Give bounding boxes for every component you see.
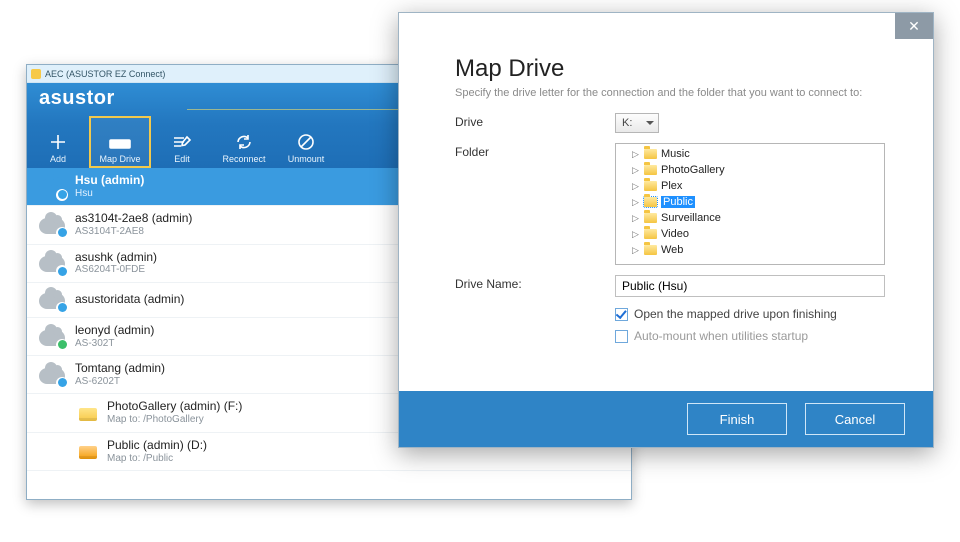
finish-button[interactable]: Finish — [687, 403, 787, 435]
toolbar-unmount[interactable]: Unmount — [275, 116, 337, 168]
aec-title: AEC (ASUSTOR EZ Connect) — [45, 69, 165, 79]
folder-icon — [644, 197, 657, 207]
cloud-user-icon — [39, 176, 65, 198]
drive-label: Drive — [455, 113, 615, 129]
folder-name: Public — [661, 196, 695, 208]
folder-name: PhotoGallery — [661, 164, 725, 176]
cloud-icon — [39, 252, 65, 274]
toolbar-label: Unmount — [288, 154, 325, 164]
close-icon: ✕ — [908, 18, 920, 35]
cloud-icon — [39, 364, 65, 386]
unmount-icon — [295, 133, 317, 151]
connection-sub: AS-6202T — [75, 376, 165, 388]
folder-label: Folder — [455, 143, 615, 159]
folder-icon — [644, 165, 657, 175]
connection-name: asushk (admin) — [75, 251, 157, 265]
cancel-button[interactable]: Cancel — [805, 403, 905, 435]
map-drive-modal: ✕ Map Drive Specify the drive letter for… — [398, 12, 934, 448]
connection-sub: AS6204T-0FDE — [75, 264, 157, 276]
drive-letter-select[interactable]: K: — [615, 113, 659, 133]
asustor-logo: asustor — [39, 87, 115, 110]
plus-icon — [47, 133, 69, 151]
folder-item[interactable]: ▷Surveillance — [616, 210, 884, 226]
modal-title: Map Drive — [455, 55, 905, 83]
folder-icon — [644, 245, 657, 255]
drive-name-label: Drive Name: — [455, 275, 615, 291]
connection-sub: AS-302T — [75, 338, 154, 350]
connection-name: leonyd (admin) — [75, 324, 154, 338]
modal-description: Specify the drive letter for the connect… — [455, 87, 905, 99]
folder-tree[interactable]: ▷Music ▷PhotoGallery ▷Plex ▷Public ▷Surv… — [615, 143, 885, 265]
reconnect-icon — [233, 133, 255, 151]
cloud-icon — [39, 326, 65, 348]
auto-mount-label: Auto-mount when utilities startup — [634, 329, 808, 343]
folder-item[interactable]: ▷Video — [616, 226, 884, 242]
connection-name: asustoridata (admin) — [75, 293, 184, 307]
folder-icon — [644, 229, 657, 239]
toolbar-label: Edit — [174, 154, 190, 164]
open-after-label: Open the mapped drive upon finishing — [634, 307, 837, 321]
finish-label: Finish — [720, 412, 755, 427]
connection-sub: Hsu — [75, 188, 144, 200]
folder-name: Plex — [661, 180, 682, 192]
close-button[interactable]: ✕ — [895, 13, 933, 39]
modal-footer: Finish Cancel — [399, 391, 933, 447]
mapped-drive-sub: Map to: /Public — [107, 453, 207, 465]
toolbar-label: Add — [50, 154, 66, 164]
toolbar-reconnect[interactable]: Reconnect — [213, 116, 275, 168]
connection-name: Tomtang (admin) — [75, 362, 165, 376]
toolbar-map-drive[interactable]: Map Drive — [89, 116, 151, 168]
connection-sub: AS3104T-2AE8 — [75, 226, 192, 238]
modal-titlebar: ✕ — [399, 13, 933, 39]
folder-item[interactable]: ▷Music — [616, 146, 884, 162]
folder-name: Music — [661, 148, 690, 160]
folder-name: Web — [661, 244, 683, 256]
toolbar-edit[interactable]: Edit — [151, 116, 213, 168]
folder-item-selected[interactable]: ▷Public — [616, 194, 884, 210]
edit-icon — [171, 133, 193, 151]
cloud-icon — [39, 214, 65, 236]
drive-icon — [109, 133, 131, 151]
cancel-label: Cancel — [835, 412, 875, 427]
folder-item[interactable]: ▷Plex — [616, 178, 884, 194]
folder-name: Surveillance — [661, 212, 721, 224]
folder-name: Video — [661, 228, 689, 240]
folder-item[interactable]: ▷PhotoGallery — [616, 162, 884, 178]
folder-icon — [644, 213, 657, 223]
mapped-drive-icon — [79, 446, 97, 459]
app-icon — [31, 69, 41, 79]
open-after-checkbox[interactable] — [615, 308, 628, 321]
mapped-drive-name: PhotoGallery (admin) (F:) — [107, 400, 242, 414]
mapped-drive-sub: Map to: /PhotoGallery — [107, 414, 242, 426]
mapped-drive-name: Public (admin) (D:) — [107, 439, 207, 453]
folder-icon — [644, 149, 657, 159]
toolbar-add[interactable]: Add — [27, 116, 89, 168]
connection-name: as3104t-2ae8 (admin) — [75, 212, 192, 226]
mapped-drive-icon — [79, 408, 97, 421]
auto-mount-checkbox[interactable] — [615, 330, 628, 343]
folder-item[interactable]: ▷Web — [616, 242, 884, 258]
folder-icon — [644, 181, 657, 191]
modal-body: Map Drive Specify the drive letter for t… — [399, 39, 933, 391]
drive-name-input[interactable] — [615, 275, 885, 297]
drive-letter-value: K: — [622, 117, 632, 129]
toolbar-label: Reconnect — [222, 154, 265, 164]
toolbar-label: Map Drive — [99, 154, 140, 164]
connection-name: Hsu (admin) — [75, 174, 144, 188]
cloud-icon — [39, 289, 65, 311]
